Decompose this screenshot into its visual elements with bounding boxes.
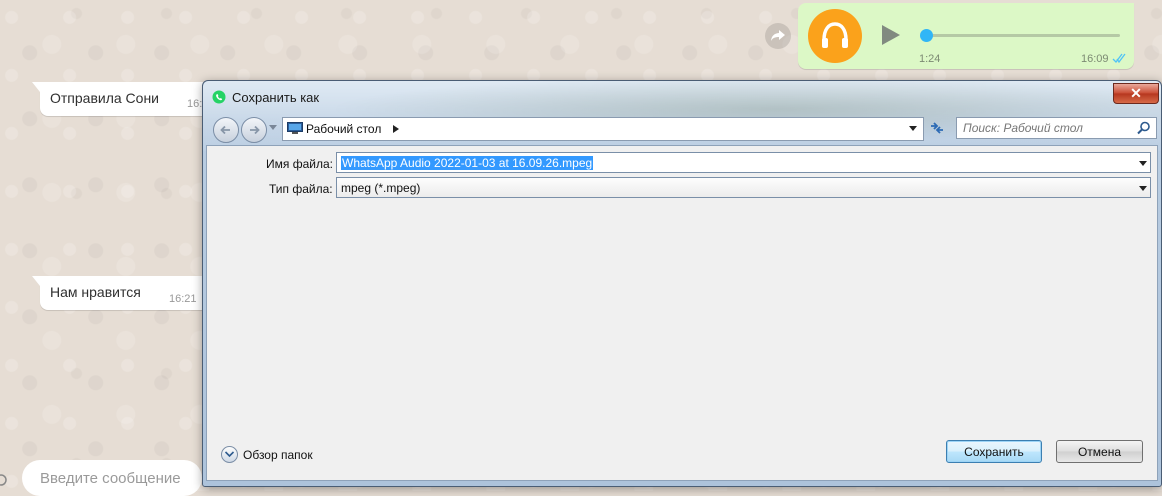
chevron-down-icon[interactable] xyxy=(909,126,917,132)
voice-progress-track[interactable] xyxy=(921,34,1120,37)
chevron-down-icon[interactable] xyxy=(1139,161,1147,166)
expand-icon xyxy=(221,446,238,463)
filetype-select[interactable]: mpeg (*.mpeg) xyxy=(336,177,1151,198)
voice-progress-knob[interactable] xyxy=(920,29,933,42)
filename-input[interactable]: WhatsApp Audio 2022-01-03 at 16.09.26.mp… xyxy=(336,152,1151,173)
filename-value: WhatsApp Audio 2022-01-03 at 16.09.26.mp… xyxy=(341,156,594,170)
chevron-right-icon[interactable] xyxy=(393,125,399,133)
filename-label: Имя файла: xyxy=(266,157,333,171)
whatsapp-icon xyxy=(212,90,226,104)
save-button[interactable]: Сохранить xyxy=(946,440,1042,463)
filetype-label: Тип файла: xyxy=(269,182,333,196)
double-check-icon xyxy=(1112,53,1126,64)
forward-button[interactable] xyxy=(765,23,791,49)
attach-icon[interactable] xyxy=(0,473,8,487)
play-icon[interactable] xyxy=(880,23,902,47)
forward-nav-button[interactable] xyxy=(241,117,267,143)
dialog-title: Сохранить как xyxy=(232,90,320,105)
dialog-content: Имя файла: WhatsApp Audio 2022-01-03 at … xyxy=(206,145,1158,481)
filetype-value: mpeg (*.mpeg) xyxy=(341,181,421,195)
address-text: Рабочий стол xyxy=(306,122,382,136)
chevron-down-icon[interactable] xyxy=(269,125,277,131)
forward-arrow-icon xyxy=(250,125,260,135)
close-icon: ✕ xyxy=(1130,85,1142,101)
search-input[interactable] xyxy=(956,117,1157,139)
search-icon[interactable] xyxy=(1137,121,1151,135)
headphones-icon xyxy=(822,22,848,48)
back-button[interactable] xyxy=(213,117,239,143)
message-text: Нам нравится xyxy=(50,284,141,300)
message-text: Отправила Сони xyxy=(50,90,160,106)
back-icon xyxy=(220,125,230,135)
chevron-down-icon[interactable] xyxy=(1139,186,1147,191)
close-button[interactable]: ✕ xyxy=(1113,83,1159,104)
cancel-button[interactable]: Отмена xyxy=(1056,440,1143,463)
voice-avatar xyxy=(808,9,862,63)
address-bar[interactable]: Рабочий стол xyxy=(282,117,924,141)
message-bubble: Нам нравится 16:21 xyxy=(32,276,210,310)
voice-message-bubble: 1:24 16:09 xyxy=(798,3,1134,69)
voice-time: 16:09 xyxy=(1081,53,1109,65)
forward-icon xyxy=(771,30,785,41)
desktop-icon xyxy=(287,122,303,134)
message-bubble: Отправила Сони 16:0 xyxy=(32,82,210,116)
voice-duration: 1:24 xyxy=(919,53,941,65)
message-time: 16:21 xyxy=(169,293,197,305)
refresh-icon[interactable] xyxy=(927,118,947,138)
save-as-dialog: Сохранить как ✕ Рабочий стол Поиск: Рабо… xyxy=(202,80,1162,487)
browse-folders-label: Обзор папок xyxy=(243,448,313,462)
